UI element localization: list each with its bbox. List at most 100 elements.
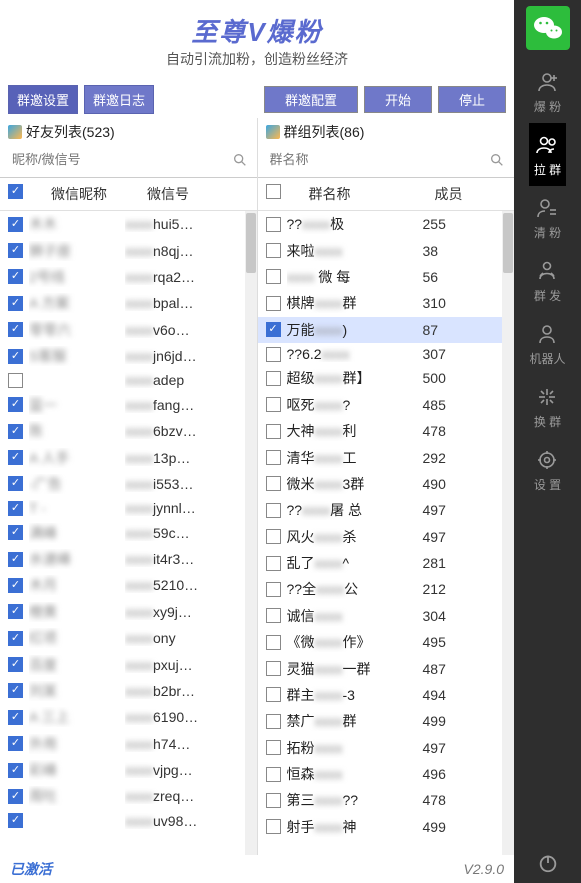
config-button[interactable]: 群邀配置	[264, 86, 358, 113]
group-checkbox[interactable]	[266, 687, 281, 702]
group-row[interactable]: ??xxxx屠 总 497	[258, 497, 515, 523]
friend-checkbox[interactable]	[8, 736, 23, 751]
group-checkbox[interactable]	[266, 296, 281, 311]
group-checkbox[interactable]	[266, 397, 281, 412]
group-row[interactable]: 大神xxxx利 478	[258, 418, 515, 444]
friend-checkbox[interactable]	[8, 476, 23, 491]
groups-scrollbar[interactable]	[502, 211, 514, 855]
friend-checkbox[interactable]	[8, 322, 23, 337]
friend-row[interactable]: 刘某 xxxxb2br…	[0, 678, 257, 704]
friend-checkbox[interactable]	[8, 269, 23, 284]
group-row[interactable]: 拓粉xxxx 497	[258, 735, 515, 761]
friend-checkbox[interactable]	[8, 243, 23, 258]
group-checkbox[interactable]	[266, 819, 281, 834]
friends-search-input[interactable]	[8, 146, 231, 173]
friend-row[interactable]: 红项 xxxxony	[0, 625, 257, 651]
friend-row[interactable]: 周吐 xxxxzreq…	[0, 783, 257, 809]
group-row[interactable]: 群主xxxx-3 494	[258, 682, 515, 708]
tab-group-settings[interactable]: 群邀设置	[8, 85, 78, 114]
group-checkbox[interactable]	[266, 243, 281, 258]
friend-row[interactable]: 橙黄 xxxxxy9j…	[0, 599, 257, 625]
group-checkbox[interactable]	[266, 322, 281, 337]
group-row[interactable]: 恒森xxxx 496	[258, 761, 515, 787]
friend-checkbox[interactable]	[8, 373, 23, 388]
group-row[interactable]: 射手xxxx神 499	[258, 814, 515, 840]
friend-row[interactable]: 木月 xxxx5210…	[0, 572, 257, 598]
group-row[interactable]: 禁广xxxx群 499	[258, 708, 515, 734]
friend-checkbox[interactable]	[8, 763, 23, 778]
friend-checkbox[interactable]	[8, 657, 23, 672]
group-row[interactable]: 来啦xxxx 38	[258, 237, 515, 263]
group-row[interactable]: 万能xxxx) 87	[258, 317, 515, 343]
group-row[interactable]: ??xxxx极 255	[258, 211, 515, 237]
group-row[interactable]: 乱了xxxx^ 281	[258, 550, 515, 576]
friend-row[interactable]: 2号线 xxxxrqa2…	[0, 264, 257, 290]
friend-checkbox[interactable]	[8, 424, 23, 439]
group-row[interactable]: 诚信xxxx 304	[258, 603, 515, 629]
friend-row[interactable]: 零零六 xxxxv6o…	[0, 317, 257, 343]
group-checkbox[interactable]	[266, 635, 281, 650]
sidebar-item-shezhi[interactable]: 设 置	[529, 438, 565, 501]
friend-checkbox[interactable]	[8, 217, 23, 232]
friend-checkbox[interactable]	[8, 710, 23, 725]
friend-row[interactable]: T - xxxxjynnl…	[0, 497, 257, 519]
sidebar-item-laqun[interactable]: 拉 群	[529, 123, 565, 186]
group-checkbox[interactable]	[266, 582, 281, 597]
group-checkbox[interactable]	[266, 529, 281, 544]
stop-button[interactable]: 停止	[438, 86, 506, 113]
group-checkbox[interactable]	[266, 661, 281, 676]
sidebar-item-baofen[interactable]: 爆 粉	[529, 60, 565, 123]
group-row[interactable]: xxxx 微 每 56	[258, 264, 515, 290]
group-row[interactable]: 第三xxxx?? 478	[258, 787, 515, 813]
friend-checkbox[interactable]	[8, 604, 23, 619]
group-row[interactable]: 灵猫xxxx一群 487	[258, 655, 515, 681]
search-icon[interactable]	[231, 151, 249, 169]
group-checkbox[interactable]	[266, 767, 281, 782]
friend-row[interactable]: S客服 xxxxjn6jd…	[0, 343, 257, 369]
groups-select-all-checkbox[interactable]	[266, 184, 281, 199]
friend-checkbox[interactable]	[8, 578, 23, 593]
friend-row[interactable]: 百度 xxxxpxuj…	[0, 651, 257, 677]
group-row[interactable]: 呕死xxxx? 485	[258, 392, 515, 418]
group-checkbox[interactable]	[266, 217, 281, 232]
friend-row[interactable]: -广告 xxxxi553…	[0, 471, 257, 497]
friend-row[interactable]: 水速峰 xxxxit4r3…	[0, 546, 257, 572]
sidebar-item-robot[interactable]: 机器人	[529, 312, 565, 375]
group-checkbox[interactable]	[266, 269, 281, 284]
sidebar-item-huanqun[interactable]: 换 群	[529, 375, 565, 438]
group-checkbox[interactable]	[266, 556, 281, 571]
friend-checkbox[interactable]	[8, 349, 23, 364]
friend-row[interactable]: xxxxadep	[0, 369, 257, 391]
group-row[interactable]: ??6.2xxxx 307	[258, 343, 515, 365]
friends-scrollbar[interactable]	[245, 211, 257, 855]
friend-row[interactable]: 满峰 xxxx59c…	[0, 520, 257, 546]
tab-group-logs[interactable]: 群邀日志	[84, 85, 154, 114]
friend-checkbox[interactable]	[8, 683, 23, 698]
group-row[interactable]: 风火xxxx杀 497	[258, 524, 515, 550]
friends-select-all-checkbox[interactable]	[8, 184, 23, 199]
power-button[interactable]	[514, 841, 581, 883]
friend-checkbox[interactable]	[8, 397, 23, 412]
group-checkbox[interactable]	[266, 503, 281, 518]
friend-row[interactable]: 陈 xxxx6bzv…	[0, 418, 257, 444]
group-checkbox[interactable]	[266, 424, 281, 439]
sidebar-item-qingfen[interactable]: 清 粉	[529, 186, 565, 249]
friend-row[interactable]: 狮子座 xxxxn8qj…	[0, 237, 257, 263]
friend-row[interactable]: 彩峰 xxxxvjpg…	[0, 757, 257, 783]
friend-row[interactable]: 篮一 xxxxfang…	[0, 392, 257, 418]
group-row[interactable]: 清华xxxx工 292	[258, 444, 515, 470]
groups-search-input[interactable]	[266, 146, 489, 173]
friend-checkbox[interactable]	[8, 631, 23, 646]
friend-checkbox[interactable]	[8, 296, 23, 311]
group-row[interactable]: ??全xxxx公 212	[258, 576, 515, 602]
group-row[interactable]: 超级xxxx群】 500	[258, 365, 515, 391]
friend-row[interactable]: 外用 xxxxh74…	[0, 731, 257, 757]
start-button[interactable]: 开始	[364, 86, 432, 113]
sidebar-item-qunfa[interactable]: 群 发	[529, 249, 565, 312]
friend-row[interactable]: 木木 xxxxhui5…	[0, 211, 257, 237]
friend-checkbox[interactable]	[8, 501, 23, 516]
group-checkbox[interactable]	[266, 714, 281, 729]
friend-row[interactable]: A 人手 xxxx13p…	[0, 444, 257, 470]
group-checkbox[interactable]	[266, 347, 281, 362]
friend-row[interactable]: A 三上 xxxx6190…	[0, 704, 257, 730]
